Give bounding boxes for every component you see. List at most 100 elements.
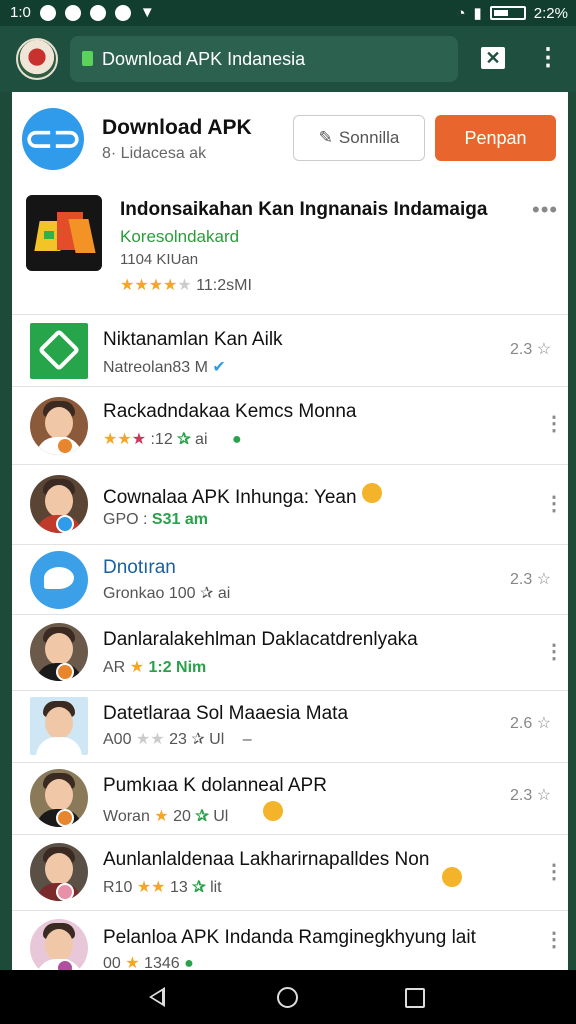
site-logo[interactable] bbox=[16, 38, 58, 80]
list-item[interactable]: Pumkıaa K dolanneal APR Woran ★ 20 ✰ Ul … bbox=[12, 762, 568, 834]
wifi-icon: ◔ bbox=[456, 4, 466, 22]
store-subtitle: 8· Lidacesa ak bbox=[102, 145, 207, 162]
emoji-icon bbox=[262, 801, 283, 821]
store-header: ⊂⊃ Download APK 8· Lidacesa ak ✎ Sonnill… bbox=[12, 92, 568, 184]
primary-button[interactable]: Penpan bbox=[435, 115, 556, 161]
emoji-icon bbox=[361, 483, 382, 503]
badge-icon bbox=[56, 959, 74, 970]
secondary-button[interactable]: ✎ Sonnilla bbox=[293, 115, 425, 161]
featured-more-icon[interactable]: ••• bbox=[532, 197, 558, 223]
list-item[interactable]: Datetlaraa Sol Maaesia Mata A00 ★★ 23 ✰ … bbox=[12, 690, 568, 762]
rating-stars: ★★★★ bbox=[120, 277, 178, 294]
list-item-score: 2.3 ☆ bbox=[510, 341, 552, 358]
more-options-icon[interactable]: ⋮ bbox=[544, 411, 564, 436]
location-icon: ▼ bbox=[139, 4, 155, 21]
browser-toolbar: Download APK Indanesia ✕ ⋮ bbox=[0, 26, 576, 92]
signal-icon: ▮ bbox=[473, 5, 482, 22]
more-options-icon[interactable]: ⋮ bbox=[544, 927, 564, 952]
list-item-subtitle: GPO : S31 am bbox=[103, 511, 208, 528]
compass-icon bbox=[114, 4, 131, 21]
star-icon: ✰ bbox=[199, 585, 214, 602]
featured-app-developer[interactable]: Koresolndakard bbox=[120, 227, 239, 247]
badge-icon bbox=[56, 883, 74, 901]
list-item-subtitle: A00 ★★ 23 ✰ Ul – bbox=[103, 731, 252, 748]
page-content: ⊂⊃ Download APK 8· Lidacesa ak ✎ Sonnill… bbox=[12, 92, 568, 970]
badge-icon bbox=[56, 809, 74, 827]
list-item-subtitle: AR ★ 1:2 Nim bbox=[103, 659, 207, 676]
more-options-icon[interactable]: ⋮ bbox=[544, 491, 564, 516]
list-item-score: 2.3 ☆ bbox=[510, 787, 552, 804]
featured-rating-text: 11:2sMI bbox=[196, 277, 252, 294]
list-item-subtitle: Gronkao 100 ✰ ai bbox=[103, 585, 231, 602]
list-item-subtitle: ★★★ :12 ✰ ai ● bbox=[103, 431, 242, 448]
status-icon: ● bbox=[231, 431, 242, 448]
star-icon: ✰ bbox=[192, 879, 206, 896]
more-options-icon[interactable]: ⋮ bbox=[544, 639, 564, 664]
star-icon: ✰ bbox=[177, 431, 191, 448]
list-item[interactable]: Danlaralakehlman Daklacatdrenlyaka AR ★ … bbox=[12, 614, 568, 690]
list-item-title: Niktanamlan Kan Ailk bbox=[103, 329, 283, 350]
badge-icon bbox=[56, 437, 74, 455]
badge-icon bbox=[56, 663, 74, 681]
list-item-title: Pelanloa APK Indanda Ramginegkhyung lait bbox=[103, 927, 476, 948]
star-icon: ✰ bbox=[191, 731, 205, 748]
list-item-title: Rackadndakaa Kemcs Monna bbox=[103, 401, 357, 422]
list-item-subtitle: R10 ★★ 13 ✰ lit bbox=[103, 879, 222, 896]
list-item[interactable]: Niktanamlan Kan Ailk Natreolan83 M ✔ 2.3… bbox=[12, 314, 568, 386]
close-tab-icon[interactable]: ✕ bbox=[481, 47, 505, 69]
star-outline-icon: ☆ bbox=[536, 571, 552, 588]
url-bar[interactable]: Download APK Indanesia bbox=[70, 36, 458, 82]
featured-app[interactable]: Indonsaikahan Kan Ingnanais Indamaiga Ko… bbox=[12, 187, 568, 311]
primary-button-label: Penpan bbox=[464, 127, 527, 148]
featured-app-title: Indonsaikahan Kan Ingnanais Indamaiga bbox=[120, 199, 488, 220]
back-icon[interactable] bbox=[149, 987, 165, 1007]
list-item-subtitle: Woran ★ 20 ✰ Ul bbox=[103, 801, 283, 826]
recent-apps-icon[interactable] bbox=[405, 988, 425, 1008]
avatar bbox=[30, 697, 88, 755]
featured-app-icon bbox=[26, 195, 102, 271]
system-nav-bar bbox=[0, 970, 576, 1024]
list-item-subtitle: 00 ★ 1346 ● bbox=[103, 955, 194, 970]
settings-icon bbox=[89, 4, 106, 21]
tag-icon: ✎ bbox=[318, 128, 333, 147]
badge-icon bbox=[56, 515, 74, 533]
verified-icon: ✔ bbox=[212, 359, 226, 376]
battery-icon bbox=[489, 6, 526, 20]
store-title: Download APK bbox=[102, 116, 252, 139]
star-outline-icon: ☆ bbox=[536, 787, 552, 804]
list-item-title: Dnotıran bbox=[103, 557, 176, 578]
sync-icon bbox=[64, 4, 81, 21]
list-item[interactable]: Pelanloa APK Indanda Ramginegkhyung lait… bbox=[12, 910, 568, 970]
list-item[interactable]: Cownalaa APK Inhunga: Yean GPO : S31 am … bbox=[12, 464, 568, 544]
home-icon[interactable] bbox=[277, 987, 298, 1008]
featured-app-rating: ★★★★★ 11:2sMI bbox=[120, 277, 252, 294]
lock-icon bbox=[82, 51, 93, 66]
list-item-title: Danlaralakehlman Daklacatdrenlyaka bbox=[103, 629, 418, 650]
star-icon: ✰ bbox=[195, 808, 209, 825]
notification-icon bbox=[39, 4, 56, 21]
list-item-title: Datetlaraa Sol Maaesia Mata bbox=[103, 703, 349, 724]
store-logo-icon: ⊂⊃ bbox=[22, 108, 84, 170]
list-item-subtitle: Natreolan83 M ✔ bbox=[103, 359, 226, 376]
status-time: 1:0 bbox=[10, 4, 31, 21]
url-text: Download APK Indanesia bbox=[102, 49, 306, 69]
more-options-icon[interactable]: ⋮ bbox=[544, 859, 564, 884]
status-bar: 1:0 ▼ ◔ ▮ 2:2% bbox=[0, 0, 576, 26]
list-item-title: Cownalaa APK Inhunga: Yean bbox=[103, 483, 382, 509]
star-outline-icon: ☆ bbox=[536, 341, 552, 358]
emoji-icon bbox=[442, 867, 462, 887]
bird-icon bbox=[30, 551, 88, 609]
list-item-title: Aunlanlaldenaa Lakharirnapalldes Non bbox=[103, 849, 430, 870]
list-item[interactable]: Aunlanlaldenaa Lakharirnapalldes Non R10… bbox=[12, 834, 568, 910]
status-clock: 2:2% bbox=[533, 4, 568, 22]
star-outline-icon: ☆ bbox=[536, 715, 552, 732]
list-item-title: Pumkıaa K dolanneal APR bbox=[103, 775, 327, 796]
more-options-icon[interactable]: ⋮ bbox=[536, 43, 560, 73]
featured-app-meta: 1104 KIUan bbox=[120, 251, 199, 268]
list-item[interactable]: Rackadndakaa Kemcs Monna ★★★ :12 ✰ ai ● … bbox=[12, 386, 568, 464]
list-item-score: 2.6 ☆ bbox=[510, 715, 552, 732]
app-icon bbox=[30, 323, 88, 379]
list-item[interactable]: Dnotıran Gronkao 100 ✰ ai 2.3 ☆ bbox=[12, 544, 568, 614]
secondary-button-label: Sonnilla bbox=[338, 128, 400, 147]
list-item-score: 2.3 ☆ bbox=[510, 571, 552, 588]
